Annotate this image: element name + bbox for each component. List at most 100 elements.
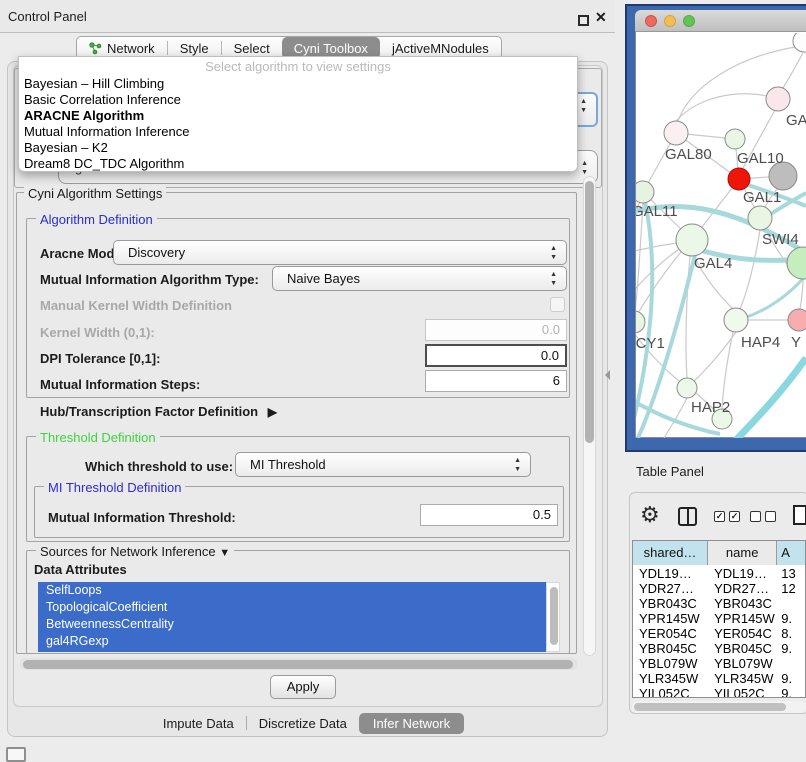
table-cell: YER054C bbox=[633, 626, 708, 641]
table-cell: 9. bbox=[777, 641, 805, 656]
network-node[interactable] bbox=[724, 308, 748, 332]
table-row[interactable]: YBL079WYBL079W bbox=[633, 656, 805, 671]
table-cell: YIL052C bbox=[633, 686, 708, 698]
attribute-list-item[interactable]: SelfLoops bbox=[38, 582, 546, 599]
network-node[interactable] bbox=[793, 33, 806, 52]
manual-kernel-checkbox[interactable] bbox=[550, 297, 565, 312]
attribute-list-item[interactable]: TopologicalCoefficient bbox=[38, 599, 546, 616]
attribute-list-item[interactable]: BetweennessCentrality bbox=[38, 616, 546, 633]
network-edge[interactable] bbox=[740, 230, 760, 309]
column-header-partial[interactable]: A bbox=[777, 541, 805, 565]
window-minimize-icon[interactable] bbox=[664, 15, 676, 27]
sources-legend[interactable]: Sources for Network Inference ▼ bbox=[36, 544, 234, 559]
network-edge-highlighted[interactable] bbox=[736, 358, 806, 438]
tab-network-label: Network bbox=[107, 41, 155, 56]
network-node[interactable] bbox=[788, 309, 806, 331]
panel-collapse-handle-icon[interactable] bbox=[605, 370, 610, 380]
close-icon[interactable]: ✕ bbox=[595, 9, 607, 26]
table-cell: YBR045C bbox=[633, 641, 708, 656]
table-cell: YDR27… bbox=[633, 581, 708, 596]
network-node[interactable] bbox=[728, 168, 750, 190]
network-node-label: Y bbox=[791, 334, 801, 351]
table-panel-title: Table Panel bbox=[636, 464, 704, 479]
settings-vertical-scrollbar-thumb[interactable] bbox=[585, 181, 594, 443]
table-row[interactable]: YLR345WYLR345W9. bbox=[633, 671, 805, 686]
network-edge[interactable] bbox=[636, 243, 677, 253]
network-edge[interactable] bbox=[636, 250, 678, 300]
combo-stepper-icon: ▲▼ bbox=[550, 244, 557, 262]
table-row[interactable]: YPR145WYPR145W9. bbox=[633, 611, 805, 626]
mi-steps-field[interactable]: 6 bbox=[425, 370, 567, 392]
data-attributes-list[interactable]: SelfLoopsTopologicalCoefficientBetweenne… bbox=[38, 582, 546, 652]
network-node[interactable] bbox=[787, 247, 806, 279]
cyni-settings-legend: Cyni Algorithm Settings bbox=[24, 186, 166, 201]
table-row[interactable]: YER054CYER054C8. bbox=[633, 626, 805, 641]
network-node[interactable] bbox=[636, 181, 654, 203]
network-edge[interactable] bbox=[783, 53, 803, 88]
network-node-label: GAL1 bbox=[743, 189, 781, 206]
network-node[interactable] bbox=[748, 206, 772, 230]
settings-horizontal-scrollbar-thumb[interactable] bbox=[23, 660, 573, 669]
table-row[interactable]: YIL052CYIL052C9. bbox=[633, 686, 805, 698]
network-edge[interactable] bbox=[694, 332, 736, 381]
network-node[interactable] bbox=[677, 378, 697, 398]
attribute-list-item[interactable]: gal4RGexp bbox=[38, 633, 546, 650]
kernel-width-field[interactable]: 0.0 bbox=[425, 319, 567, 341]
which-threshold-combobox[interactable]: MI Threshold ▲▼ bbox=[235, 452, 531, 477]
dropdown-item[interactable]: Mutual Information Inference bbox=[19, 124, 577, 140]
table-cell: YDL19… bbox=[708, 566, 777, 581]
network-edge[interactable] bbox=[638, 252, 681, 313]
window-close-icon[interactable] bbox=[645, 15, 657, 27]
network-node-label: GAL10 bbox=[737, 150, 784, 167]
float-window-icon[interactable] bbox=[578, 15, 589, 26]
tab-impute-data[interactable]: Impute Data bbox=[151, 713, 246, 734]
table-row[interactable]: YDR27…YDR27…12 bbox=[633, 581, 805, 596]
table-row[interactable]: YBR043CYBR043C bbox=[633, 596, 805, 611]
dpi-tolerance-field[interactable]: 0.0 bbox=[425, 344, 567, 367]
table-horizontal-scrollbar[interactable] bbox=[632, 701, 806, 713]
manual-kernel-label: Manual Kernel Width Definition bbox=[40, 298, 232, 313]
apply-button[interactable]: Apply bbox=[270, 675, 336, 699]
attributes-list-scrollbar-thumb[interactable] bbox=[550, 587, 558, 645]
document-icon[interactable] bbox=[793, 505, 806, 525]
table-horizontal-scrollbar-thumb[interactable] bbox=[634, 703, 786, 711]
network-node-label: GCY1 bbox=[636, 335, 665, 352]
tab-style-label: Style bbox=[180, 41, 209, 56]
network-window-titlebar[interactable] bbox=[635, 10, 806, 32]
window-zoom-icon[interactable] bbox=[683, 15, 695, 27]
table-cell bbox=[777, 596, 805, 611]
collapsed-arrow-icon[interactable]: ▶ bbox=[268, 405, 277, 419]
hub-definition-toggle[interactable]: Hub/Transcription Factor Definition ▶ bbox=[40, 404, 277, 419]
table-row[interactable]: YDL19…YDL19…13 bbox=[633, 566, 805, 581]
mi-type-combobox[interactable]: Naive Bayes ▲▼ bbox=[272, 266, 567, 291]
tab-discretize-data[interactable]: Discretize Data bbox=[247, 713, 359, 734]
which-threshold-value: MI Threshold bbox=[250, 453, 326, 477]
network-node[interactable] bbox=[664, 121, 688, 145]
network-node[interactable] bbox=[636, 311, 645, 333]
column-header-shared-name[interactable]: shared… bbox=[633, 541, 708, 565]
network-node[interactable] bbox=[676, 224, 708, 256]
minimized-panel-icon[interactable] bbox=[6, 747, 26, 762]
deselect-all-checks-icon[interactable] bbox=[750, 511, 776, 522]
dropdown-item[interactable]: Bayesian – Hill Climbing bbox=[19, 76, 577, 92]
aracne-mode-combobox[interactable]: Discovery ▲▼ bbox=[113, 240, 567, 265]
column-header-name[interactable]: name bbox=[708, 541, 777, 565]
expanded-arrow-icon[interactable]: ▼ bbox=[219, 547, 230, 559]
dropdown-item[interactable]: Bayesian – K2 bbox=[19, 140, 577, 156]
dropdown-item-selected[interactable]: ARACNE Algorithm bbox=[19, 108, 577, 124]
split-columns-icon[interactable] bbox=[678, 507, 697, 526]
settings-vertical-scrollbar[interactable] bbox=[583, 176, 596, 656]
dropdown-item[interactable]: Dream8 DC_TDC Algorithm bbox=[19, 156, 577, 172]
gear-icon[interactable]: ⚙ bbox=[640, 502, 660, 528]
network-node[interactable] bbox=[725, 129, 745, 149]
table-cell bbox=[777, 656, 805, 671]
select-all-checks-icon[interactable]: ✓ ✓ bbox=[714, 511, 740, 522]
dropdown-item[interactable]: Basic Correlation Inference bbox=[19, 92, 577, 108]
attributes-list-scrollbar[interactable] bbox=[546, 582, 560, 652]
tab-infer-network[interactable]: Infer Network bbox=[359, 713, 464, 734]
network-node[interactable] bbox=[766, 87, 790, 111]
network-canvas[interactable]: GALGAL80GAL10GAL1GAL11SWI4GAL4GCY1HAP4YH… bbox=[636, 33, 806, 438]
table-row[interactable]: YBR045CYBR045C9. bbox=[633, 641, 805, 656]
settings-horizontal-scrollbar[interactable] bbox=[20, 658, 578, 670]
mi-threshold-field[interactable]: 0.5 bbox=[420, 504, 558, 526]
